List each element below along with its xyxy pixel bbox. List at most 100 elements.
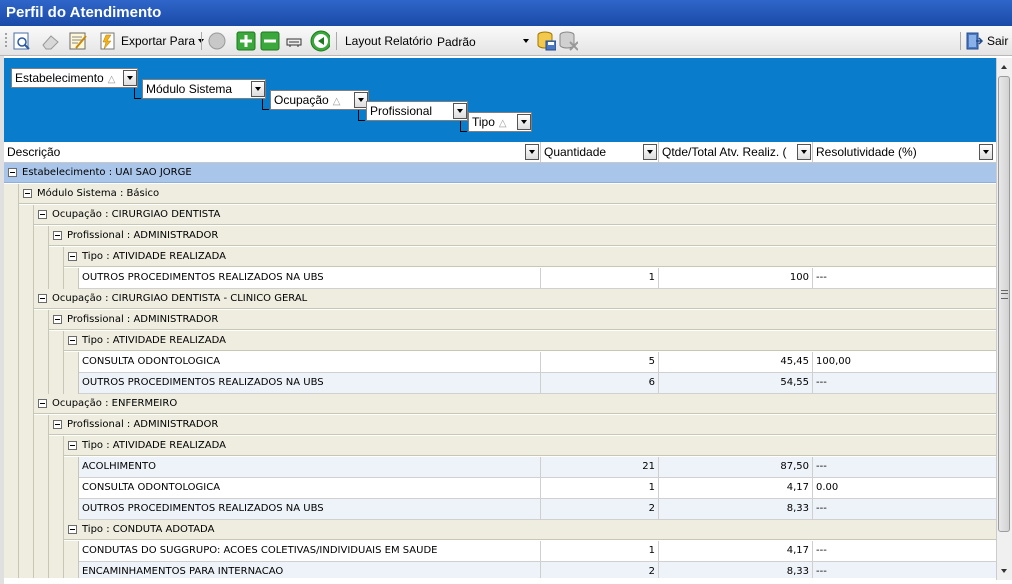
layout-select[interactable]: Padrão bbox=[434, 32, 532, 50]
table-row[interactable]: OUTROS PROCEDIMENTOS REALIZADOS NA UBS 2… bbox=[79, 499, 996, 520]
table-row[interactable]: CONSULTA ODONTOLOGICA 5 45,45 100,00 bbox=[79, 352, 996, 373]
column-filter-button[interactable] bbox=[797, 144, 811, 160]
cell-qtde-total: 100 bbox=[659, 268, 813, 288]
collapse-icon[interactable] bbox=[23, 188, 32, 198]
column-header-qtde-total[interactable]: Qtde/Total Atv. Realiz. ( bbox=[659, 142, 813, 162]
group-row-tipo[interactable]: Tipo : CONDUTA ADOTADA bbox=[64, 520, 996, 540]
cell-resolutividade: --- bbox=[816, 272, 827, 283]
table-row[interactable]: CONDUTAS DO SUGGRUPO: ACOES COLETIVAS/IN… bbox=[79, 541, 996, 562]
column-filter-button[interactable] bbox=[979, 144, 993, 160]
column-header-label: Descrição bbox=[7, 145, 61, 159]
group-row-tipo[interactable]: Tipo : ATIVIDADE REALIZADA bbox=[64, 436, 996, 456]
export-button[interactable]: Exportar Para bbox=[98, 30, 205, 52]
sort-icon: △ bbox=[107, 74, 116, 85]
group-row-ocupacao[interactable]: Ocupação : CIRURGIAO DENTISTA - CLINICO … bbox=[34, 289, 996, 309]
indent-band bbox=[34, 226, 49, 289]
filter-dropdown-button[interactable] bbox=[453, 103, 467, 119]
table-row[interactable]: ENCAMINHAMENTOS PARA INTERNACAO 2 8,33 -… bbox=[79, 562, 996, 578]
group-row-label: Tipo : ATIVIDADE REALIZADA bbox=[82, 251, 226, 262]
column-filter-button[interactable] bbox=[643, 144, 657, 160]
collapse-icon[interactable] bbox=[68, 524, 77, 534]
group-chip-ocupacao[interactable]: Ocupação △ bbox=[270, 90, 369, 110]
preview-button[interactable] bbox=[12, 30, 32, 52]
indent-band bbox=[49, 247, 64, 289]
collapse-icon[interactable] bbox=[8, 167, 17, 177]
refresh-button[interactable] bbox=[310, 30, 330, 52]
filter-dropdown-button[interactable] bbox=[251, 81, 265, 97]
column-header-resolutividade[interactable]: Resolutividade (%) bbox=[813, 142, 996, 162]
collapse-icon[interactable] bbox=[38, 398, 47, 408]
eraser-button[interactable] bbox=[40, 30, 60, 52]
filter-dropdown-button[interactable] bbox=[123, 70, 137, 86]
group-row-ocupacao[interactable]: Ocupação : CIRURGIAO DENTISTA bbox=[34, 205, 996, 225]
scroll-up-icon[interactable] bbox=[999, 61, 1010, 73]
database-save-icon bbox=[536, 31, 556, 51]
cell-resolutividade: --- bbox=[816, 545, 827, 556]
group-connector bbox=[460, 121, 467, 132]
expand-all-button[interactable] bbox=[236, 30, 256, 52]
filter-dropdown-button[interactable] bbox=[517, 114, 531, 130]
scroll-down-icon[interactable] bbox=[999, 565, 1010, 577]
group-chip-modulo-sistema[interactable]: Módulo Sistema bbox=[142, 79, 266, 99]
cell-quantidade: 21 bbox=[541, 457, 659, 477]
group-row-modulo[interactable]: Módulo Sistema : Básico bbox=[19, 184, 996, 204]
cell-descricao: OUTROS PROCEDIMENTOS REALIZADOS NA UBS bbox=[79, 268, 541, 288]
group-row-tipo[interactable]: Tipo : ATIVIDADE REALIZADA bbox=[64, 331, 996, 351]
cell-qtde-total: 8,33 bbox=[659, 562, 813, 578]
cell-quantidade: 1 bbox=[541, 541, 659, 561]
table-row[interactable]: OUTROS PROCEDIMENTOS REALIZADOS NA UBS 1… bbox=[79, 268, 996, 289]
cell-quantidade: 1 bbox=[541, 268, 659, 288]
cell-descricao: CONDUTAS DO SUGGRUPO: ACOES COLETIVAS/IN… bbox=[79, 541, 541, 561]
group-chip-estabelecimento[interactable]: Estabelecimento △ bbox=[11, 68, 138, 88]
column-header-descricao[interactable]: Descrição bbox=[4, 142, 541, 162]
save-layout-button[interactable] bbox=[536, 30, 556, 52]
group-row-label: Profissional : ADMINISTRADOR bbox=[67, 230, 219, 241]
edit-button[interactable] bbox=[68, 30, 88, 52]
table-row[interactable]: ACOLHIMENTO 21 87,50 --- bbox=[79, 457, 996, 478]
cell-qtde-total: 4,17 bbox=[659, 478, 813, 498]
table-row[interactable]: CONSULTA ODONTOLOGICA 1 4,17 0.00 bbox=[79, 478, 996, 499]
group-row-label: Estabelecimento : UAI SAO JORGE bbox=[22, 167, 192, 178]
group-chip-label: Profissional bbox=[370, 104, 433, 118]
table-row[interactable]: OUTROS PROCEDIMENTOS REALIZADOS NA UBS 6… bbox=[79, 373, 996, 394]
indent-band bbox=[64, 457, 79, 520]
group-chip-label: Estabelecimento bbox=[15, 71, 104, 85]
cell-resolutividade: --- bbox=[816, 503, 827, 514]
group-row-tipo[interactable]: Tipo : ATIVIDADE REALIZADA bbox=[64, 247, 996, 267]
collapse-all-button[interactable] bbox=[260, 30, 280, 52]
collapse-icon[interactable] bbox=[53, 230, 62, 240]
collapse-icon[interactable] bbox=[38, 209, 47, 219]
cell-qtde-total: 4,17 bbox=[659, 541, 813, 561]
chevron-down-icon bbox=[523, 39, 529, 43]
print-setup-button[interactable] bbox=[284, 30, 304, 52]
collapse-icon[interactable] bbox=[68, 251, 77, 261]
vertical-scrollbar[interactable] bbox=[996, 58, 1012, 580]
group-chip-profissional[interactable]: Profissional bbox=[366, 101, 468, 121]
database-delete-icon bbox=[558, 31, 578, 51]
collapse-icon[interactable] bbox=[53, 314, 62, 324]
column-header-quantidade[interactable]: Quantidade bbox=[541, 142, 659, 162]
scroll-thumb[interactable] bbox=[998, 76, 1010, 532]
sort-icon: △ bbox=[332, 96, 341, 107]
group-row-profissional[interactable]: Profissional : ADMINISTRADOR bbox=[49, 226, 996, 246]
exit-button[interactable]: Sair bbox=[964, 30, 1008, 52]
collapse-icon[interactable] bbox=[53, 419, 62, 429]
collapse-icon[interactable] bbox=[68, 335, 77, 345]
cell-qtde-total: 54,55 bbox=[659, 373, 813, 393]
group-row-label: Profissional : ADMINISTRADOR bbox=[67, 419, 219, 430]
delete-layout-button[interactable] bbox=[558, 30, 578, 52]
indent-band bbox=[19, 205, 34, 578]
group-chip-tipo[interactable]: Tipo △ bbox=[468, 112, 532, 132]
group-row-label: Ocupação : CIRURGIAO DENTISTA bbox=[52, 209, 221, 220]
column-filter-button[interactable] bbox=[525, 144, 539, 160]
cell-descricao: CONSULTA ODONTOLOGICA bbox=[79, 352, 541, 372]
group-row-profissional[interactable]: Profissional : ADMINISTRADOR bbox=[49, 415, 996, 435]
plus-icon bbox=[236, 31, 256, 51]
group-row-label: Profissional : ADMINISTRADOR bbox=[67, 314, 219, 325]
collapse-icon[interactable] bbox=[38, 293, 47, 303]
group-row-profissional[interactable]: Profissional : ADMINISTRADOR bbox=[49, 310, 996, 330]
stop-button[interactable] bbox=[207, 30, 227, 52]
group-row-estabelecimento[interactable]: Estabelecimento : UAI SAO JORGE bbox=[4, 163, 996, 183]
collapse-icon[interactable] bbox=[68, 440, 77, 450]
group-row-ocupacao[interactable]: Ocupação : ENFERMEIRO bbox=[34, 394, 996, 414]
